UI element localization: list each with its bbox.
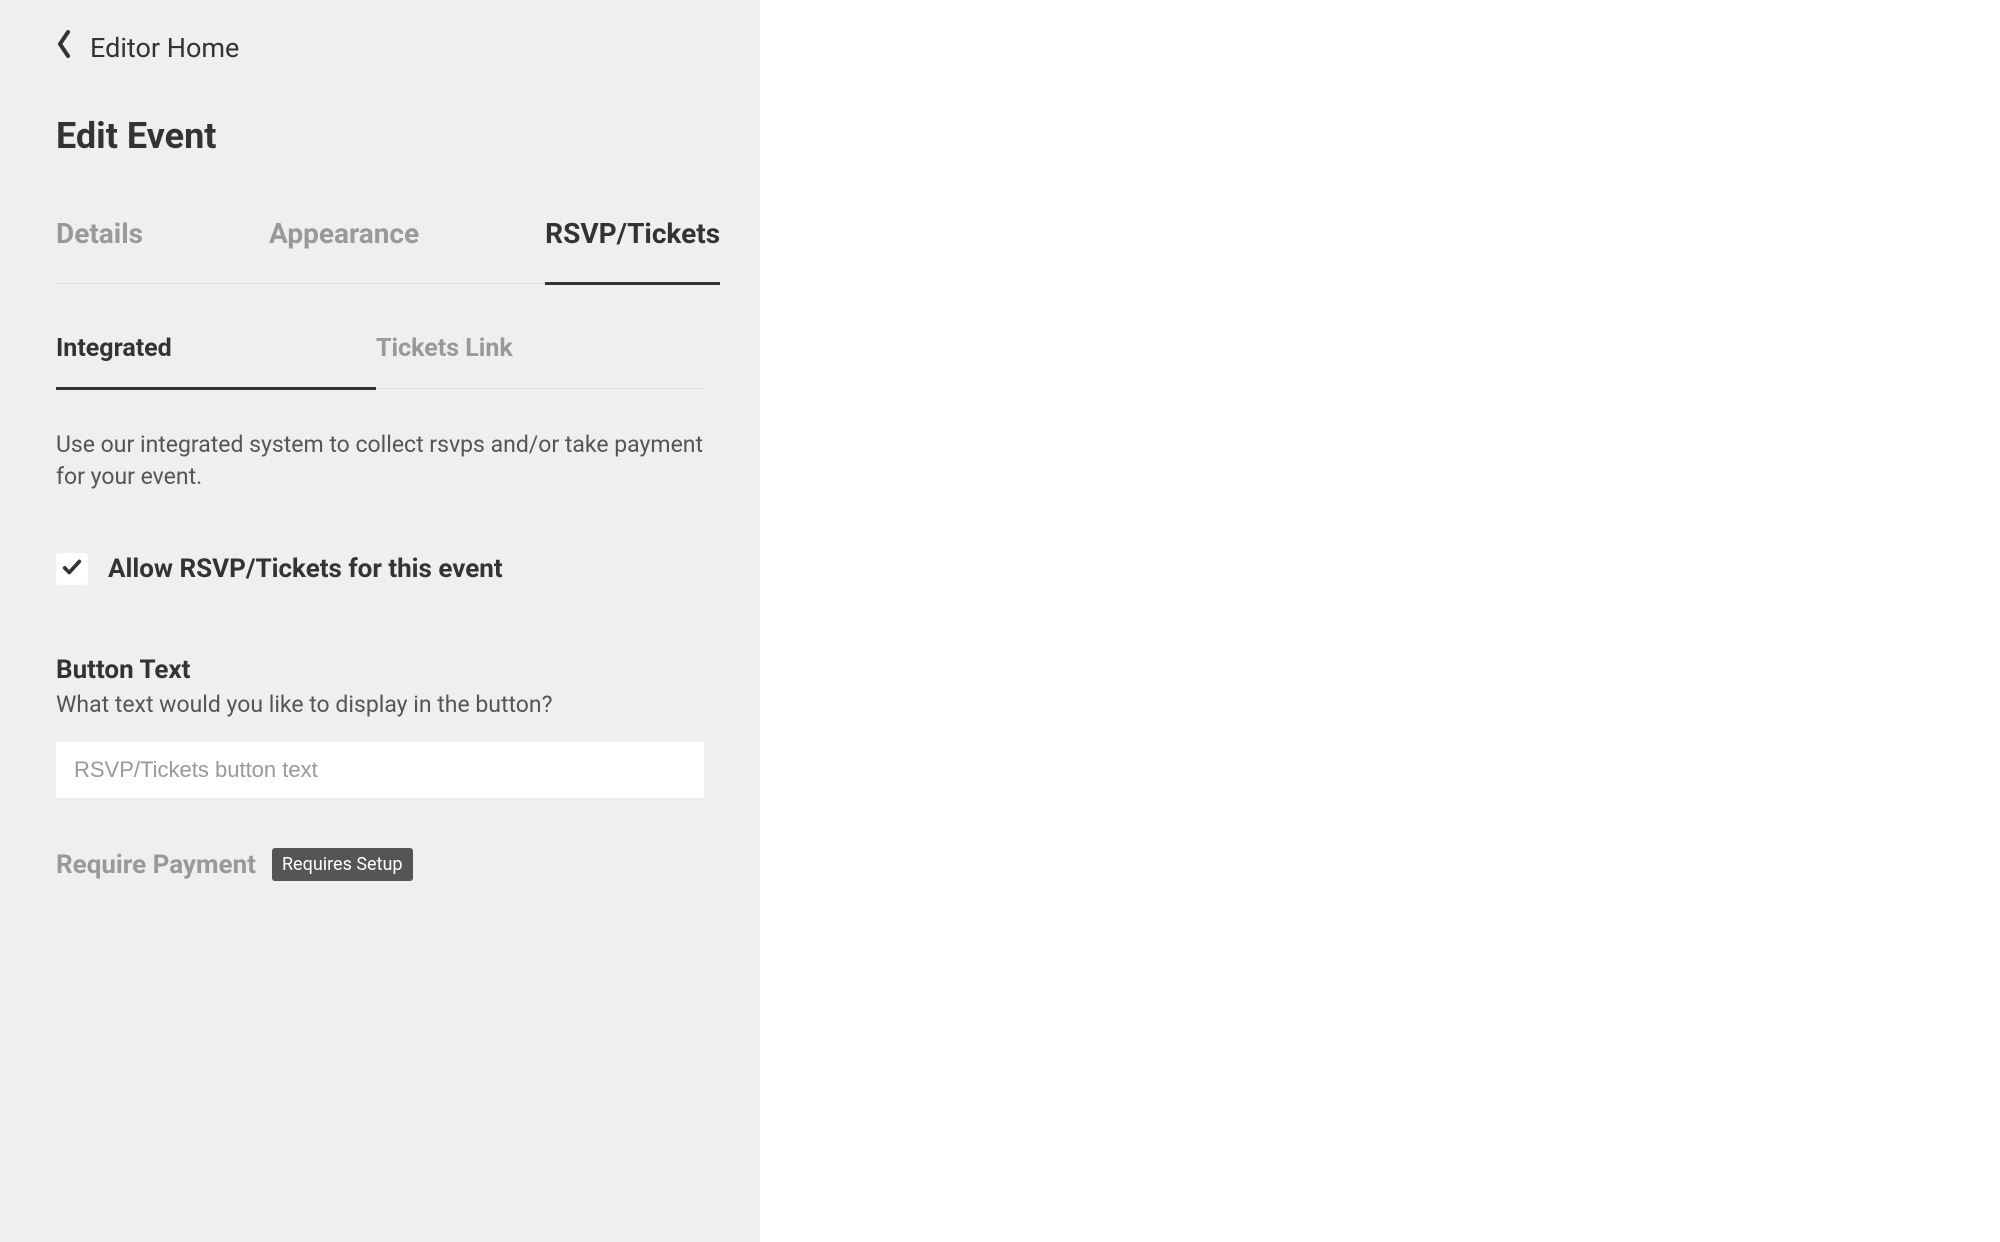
allow-rsvp-row: Allow RSVP/Tickets for this event: [56, 553, 704, 585]
allow-rsvp-checkbox[interactable]: [56, 553, 88, 585]
tab-appearance[interactable]: Appearance: [269, 217, 419, 283]
tab-details[interactable]: Details: [56, 217, 143, 283]
allow-rsvp-label: Allow RSVP/Tickets for this event: [108, 554, 503, 584]
main-tabs: Details Appearance RSVP/Tickets: [56, 217, 704, 284]
tab-rsvp-tickets[interactable]: RSVP/Tickets: [545, 217, 720, 285]
preview-area: [760, 0, 2000, 1242]
sub-tab-tickets-link[interactable]: Tickets Link: [376, 334, 696, 388]
require-payment-row: Require Payment Requires Setup: [56, 848, 704, 881]
sub-tabs: Integrated Tickets Link: [56, 334, 704, 389]
check-icon: [61, 556, 83, 582]
requires-setup-badge: Requires Setup: [272, 848, 413, 881]
page-title: Edit Event: [56, 115, 704, 157]
sub-tab-integrated[interactable]: Integrated: [56, 334, 376, 390]
back-to-editor-home[interactable]: Editor Home: [56, 30, 704, 65]
button-text-help: What text would you like to display in t…: [56, 691, 704, 718]
button-text-input[interactable]: [56, 742, 704, 798]
button-text-section: Button Text What text would you like to …: [56, 655, 704, 798]
chevron-left-icon: [56, 30, 72, 65]
editor-panel: Editor Home Edit Event Details Appearanc…: [0, 0, 760, 1242]
require-payment-title: Require Payment: [56, 850, 256, 880]
integrated-description: Use our integrated system to collect rsv…: [56, 429, 704, 493]
breadcrumb-label: Editor Home: [90, 32, 239, 64]
button-text-title: Button Text: [56, 655, 704, 685]
